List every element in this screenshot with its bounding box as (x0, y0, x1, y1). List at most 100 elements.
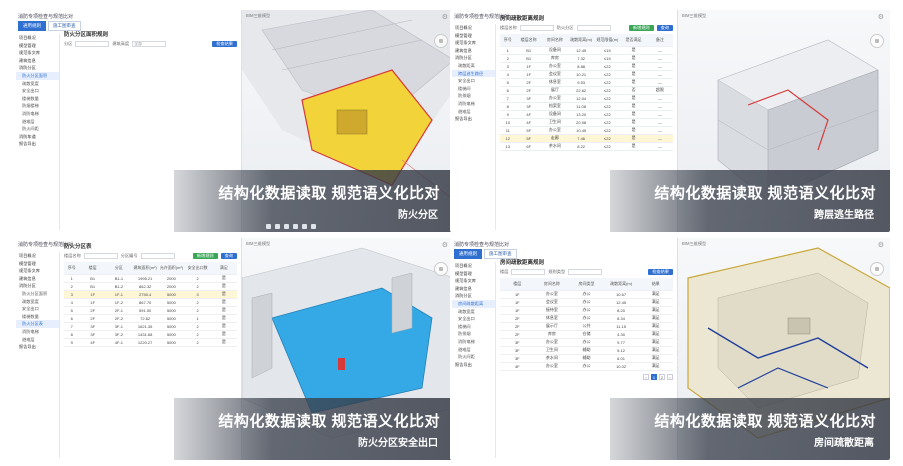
table-row[interactable]: 7 3F 3F-1 1621.35 5000 2 是 (64, 322, 237, 331)
column-header[interactable]: 楼层 (79, 262, 106, 275)
sidebar-item[interactable]: 建筑信息 (452, 47, 495, 55)
add-rule-button[interactable]: 新增规则 (192, 253, 218, 259)
gear-icon[interactable]: ⚙ (442, 241, 448, 249)
sidebar-item[interactable]: 模型管理 (16, 42, 59, 50)
sidebar-item[interactable]: 项目概况 (452, 24, 495, 32)
sidebar-item[interactable]: 消防电梯 (16, 328, 59, 336)
table-row[interactable]: 13 6F 茶水间 8.22 ≤22 是 — (500, 142, 673, 151)
tab-general-rules[interactable]: 通用规则 (18, 21, 46, 31)
zoom-icon[interactable] (284, 224, 289, 229)
sidebar-item-selected[interactable]: 房间疏散距离 (452, 299, 495, 308)
column-header[interactable]: 房间类型 (569, 278, 604, 291)
sidebar-item[interactable]: 疏散宽度 (16, 298, 59, 306)
table-row[interactable]: 2 B1 B1-2 862.32 2000 2 是 (64, 282, 237, 291)
sidebar-item[interactable]: 疏散距离 (452, 62, 495, 70)
table-row[interactable]: 1 B1 B1-1 1995.21 2000 2 是 (64, 274, 237, 283)
column-header[interactable]: 安全出口数 (184, 262, 211, 275)
column-header[interactable]: 楼层名称 (515, 34, 542, 47)
sidebar-item[interactable]: 防火间距 (16, 125, 59, 133)
column-header[interactable]: 疏散距离(m) (568, 34, 595, 47)
table-row[interactable]: 1 B1 设备间 12.45 ≤15 是 — (500, 46, 673, 55)
sidebar-item[interactable]: 避难层 (452, 346, 495, 354)
column-header[interactable]: 满足 (210, 262, 237, 275)
sidebar-item[interactable]: 规范条文库 (452, 39, 495, 47)
table-row[interactable]: 1F 办公室 办公 10.67 满足 (500, 290, 673, 299)
rotate-icon[interactable] (275, 224, 280, 229)
sidebar-item[interactable]: 项目概况 (16, 34, 59, 42)
table-row[interactable]: 8 3F 3F-2 1431.68 5000 2 是 (64, 330, 237, 339)
zone-id-input[interactable] (140, 253, 175, 259)
table-row[interactable]: 9 4F 设备间 13.20 ≤22 是 — (500, 110, 673, 119)
sidebar-item[interactable]: 模型管理 (452, 32, 495, 40)
sidebar-item[interactable]: 模型管理 (452, 270, 495, 278)
sidebar-item-selected[interactable]: 防火分区面积 (16, 71, 59, 80)
sidebar-item[interactable]: 建筑信息 (16, 57, 59, 65)
rule-type-select[interactable] (568, 269, 603, 275)
sidebar-item[interactable]: 规范条文库 (16, 49, 59, 57)
table-row[interactable]: 1F 接待室 办公 8.20 满足 (500, 306, 673, 315)
sidebar-item[interactable]: 项目概况 (16, 252, 59, 260)
column-header[interactable]: 建筑面积(m²) (132, 262, 159, 275)
gear-icon[interactable]: ⚙ (442, 13, 448, 21)
column-header[interactable]: 备注 (646, 34, 673, 47)
table-row[interactable]: 1F 会议室 办公 12.45 满足 (500, 298, 673, 307)
table-row-highlighted[interactable]: 12 5F 走廊 7.46 ≤22 是 — (500, 134, 673, 143)
column-header[interactable]: 规范限值(m) (594, 34, 621, 47)
column-header[interactable]: 房间名称 (541, 34, 569, 47)
sidebar-item[interactable]: 防火分区面积 (16, 290, 59, 298)
table-row[interactable]: 3F 茶水间 辅助 6.01 满足 (500, 354, 673, 363)
sidebar-item[interactable]: 规范条文库 (452, 277, 495, 285)
table-row[interactable]: 11 5F 办公室 10.45 ≤22 是 — (500, 126, 673, 135)
sidebar-item[interactable]: 疏散宽度 (16, 80, 59, 88)
sidebar-item-selected[interactable]: 防火分区表 (16, 320, 59, 328)
sidebar-item[interactable]: 报告导出 (16, 140, 59, 148)
sidebar-item[interactable]: 模型管理 (16, 260, 59, 268)
sidebar-item[interactable]: 规范条文库 (16, 267, 59, 275)
column-header[interactable]: 结果 (638, 278, 673, 291)
table-row[interactable]: 6 2F 2F-2 72.62 5000 1 是 (64, 314, 237, 323)
sidebar-item[interactable]: 楼梯间 (452, 85, 495, 93)
table-row[interactable]: 3F 卫生间 辅助 5.12 满足 (500, 346, 673, 355)
table-row[interactable]: 3F 办公室 办公 9.77 满足 (500, 338, 673, 347)
sidebar-item[interactable]: 楼梯数量 (16, 313, 59, 321)
zone-input[interactable] (576, 25, 611, 31)
query-button[interactable]: 查询 (656, 25, 673, 31)
floor-input[interactable] (83, 253, 118, 259)
sidebar-item[interactable]: 报告导出 (452, 115, 495, 123)
check-result-button[interactable]: 检查结果 (648, 269, 673, 275)
table-row-highlighted[interactable]: 3 1F 1F-1 2750.4 5000 3 是 (64, 290, 237, 299)
sidebar-item-selected[interactable]: 跨层逃生路径 (452, 69, 495, 78)
table-row[interactable]: 9 4F 4F-1 1220.27 5000 2 是 (64, 338, 237, 347)
table-row[interactable]: 4 1F 会议室 10.21 ≤22 是 — (500, 70, 673, 79)
zone-input[interactable] (75, 41, 110, 47)
table-row[interactable]: 2F 展示厅 公共 11.15 满足 (500, 322, 673, 331)
add-rule-button[interactable]: 新增规则 (628, 25, 654, 31)
column-header[interactable]: 序号 (64, 262, 80, 275)
column-header[interactable]: 疏散距离(m) (603, 278, 639, 291)
sidebar-item[interactable]: 避难层 (16, 118, 59, 126)
sidebar-item[interactable]: 消防分区 (452, 292, 495, 300)
column-header[interactable]: 是否满足 (620, 34, 647, 47)
sidebar-item[interactable]: 报告导出 (16, 343, 59, 351)
view-cube-icon[interactable] (870, 262, 884, 276)
table-row[interactable]: 5 2F 休息室 9.53 ≤22 是 — (500, 78, 673, 87)
sidebar-item[interactable]: 安全出口 (452, 77, 495, 85)
table-row[interactable]: 2F 库房 仓储 4.30 满足 (500, 330, 673, 339)
settings-icon[interactable] (311, 224, 316, 229)
prev-page-icon[interactable]: ‹ (643, 373, 649, 380)
sidebar-item[interactable]: 建筑信息 (16, 275, 59, 283)
column-header[interactable]: 分区 (105, 262, 133, 275)
sidebar-item[interactable]: 消防电梯 (452, 100, 495, 108)
sidebar-item[interactable]: 消防分区 (16, 282, 59, 290)
sidebar-item[interactable]: 防排烟 (452, 92, 495, 100)
sidebar-item[interactable]: 报告导出 (452, 361, 495, 369)
table-row[interactable]: 6 2F 展厅 22.62 ≤22 否超限 (500, 86, 673, 95)
sidebar-item[interactable]: 楼梯间 (452, 323, 495, 331)
table-row[interactable]: 7 3F 办公室 12.04 ≤22 是 — (500, 94, 673, 103)
sidebar-item[interactable]: 安全出口 (16, 305, 59, 313)
view-cube-icon[interactable] (434, 262, 448, 276)
sidebar-item[interactable]: 安全出口 (452, 315, 495, 323)
pan-icon[interactable] (266, 224, 271, 229)
sidebar-item[interactable]: 消防分区 (452, 54, 495, 62)
check-result-button[interactable]: 检查结果 (212, 41, 237, 47)
